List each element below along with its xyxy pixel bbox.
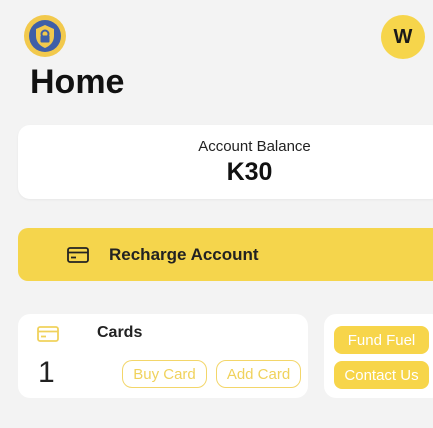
cards-label: Cards — [97, 324, 143, 341]
fund-fuel-button[interactable]: Fund Fuel — [334, 326, 429, 354]
cards-count: 1 — [38, 356, 55, 389]
add-card-button[interactable]: Add Card — [216, 360, 301, 388]
shield-lock-icon — [29, 20, 61, 52]
card-icon — [37, 326, 59, 342]
avatar-initial: W — [393, 25, 413, 48]
recharge-account-button[interactable]: Recharge Account — [18, 228, 433, 281]
quick-actions-card: Fund Fuel Contact Us — [324, 314, 433, 398]
app-logo — [24, 15, 66, 57]
user-avatar[interactable]: W — [381, 15, 425, 59]
account-balance-card: Account Balance K30 — [18, 125, 433, 199]
cards-card: Cards 1 Buy Card Add Card — [18, 314, 308, 398]
card-icon — [67, 246, 89, 263]
page-title: Home — [30, 63, 125, 101]
buy-card-button[interactable]: Buy Card — [122, 360, 207, 388]
recharge-account-label: Recharge Account — [109, 244, 259, 264]
account-balance-label: Account Balance — [198, 138, 311, 155]
contact-us-button[interactable]: Contact Us — [334, 361, 429, 389]
account-balance-value: K30 — [226, 158, 273, 186]
